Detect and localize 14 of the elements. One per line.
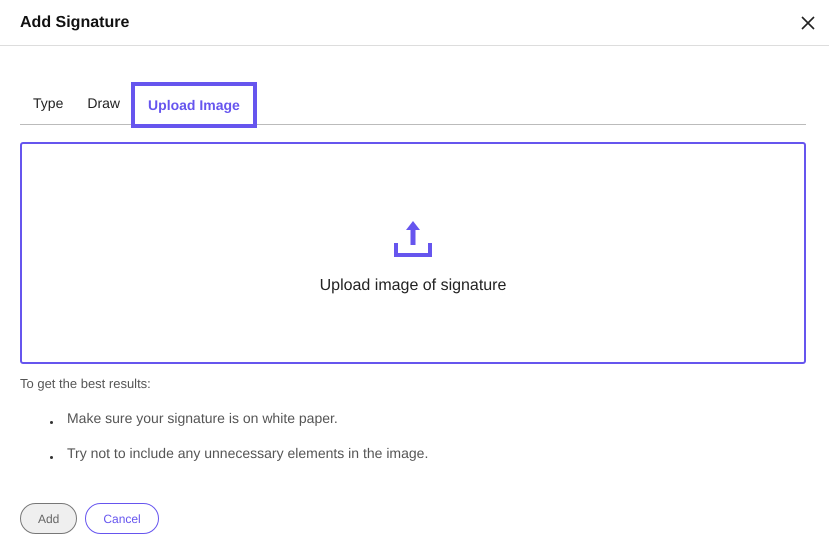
tab[interactable]: Draw (74, 82, 134, 124)
upload-label: Upload image of signature (320, 277, 506, 295)
bullet-icon (50, 420, 53, 424)
tip-text: Make sure your signature is on white paper. (67, 410, 338, 426)
tab[interactable]: Upload Image (131, 82, 257, 128)
tab[interactable]: Type (20, 82, 76, 124)
upload-area[interactable]: Upload image of signature (20, 142, 806, 364)
tip-text: Try not to include any unnecessary elements in the image. (67, 445, 428, 461)
close-icon[interactable] (799, 14, 817, 32)
tips-heading: To get the best results: (20, 376, 152, 391)
upload-icon (393, 221, 433, 259)
cancel-button[interactable]: Cancel (85, 503, 159, 534)
dialog-title: Add Signature (20, 14, 130, 32)
bullet-icon (50, 456, 53, 458)
